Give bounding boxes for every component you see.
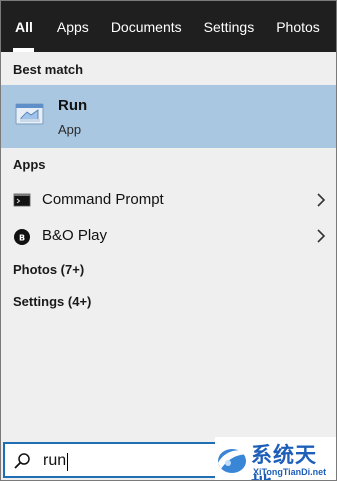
search-icon [13,452,31,470]
apps-heading: Apps [13,157,46,172]
bo-play-icon: B [13,228,31,245]
tab-apps[interactable]: Apps [46,1,100,52]
chevron-right-icon[interactable] [316,228,326,244]
list-item-bo-play[interactable]: B B&O Play [1,219,336,253]
tab-documents[interactable]: Documents [100,1,193,52]
best-match-result[interactable]: Run App [1,85,336,148]
tab-all[interactable]: All [1,1,46,52]
watermark-logo: 系统天地 XiTongTianDi.net [215,437,336,480]
list-item-label: B&O Play [42,227,108,244]
svg-text:B: B [19,234,25,243]
photos-section-link[interactable]: Photos (7+) [13,262,84,277]
tab-photos[interactable]: Photos [265,1,331,52]
list-item-command-prompt[interactable]: Command Prompt [1,183,336,217]
tab-settings[interactable]: Settings [193,1,266,52]
best-match-title: Run [58,97,88,114]
best-match-subtitle: App [58,122,82,137]
chevron-right-icon[interactable] [316,192,326,208]
watermark-url: XiTongTianDi.net [253,467,327,477]
search-panel: All Apps Documents Settings Photos Best … [0,0,337,481]
search-input[interactable] [43,450,223,472]
best-match-heading: Best match [13,62,84,77]
command-prompt-icon [13,192,31,208]
text-cursor [67,453,68,471]
list-item-label: Command Prompt [42,191,164,208]
search-tab-bar: All Apps Documents Settings Photos [1,1,336,52]
watermark-globe-icon [218,449,249,473]
run-dialog-icon [15,99,45,129]
settings-section-link[interactable]: Settings (4+) [13,294,91,309]
